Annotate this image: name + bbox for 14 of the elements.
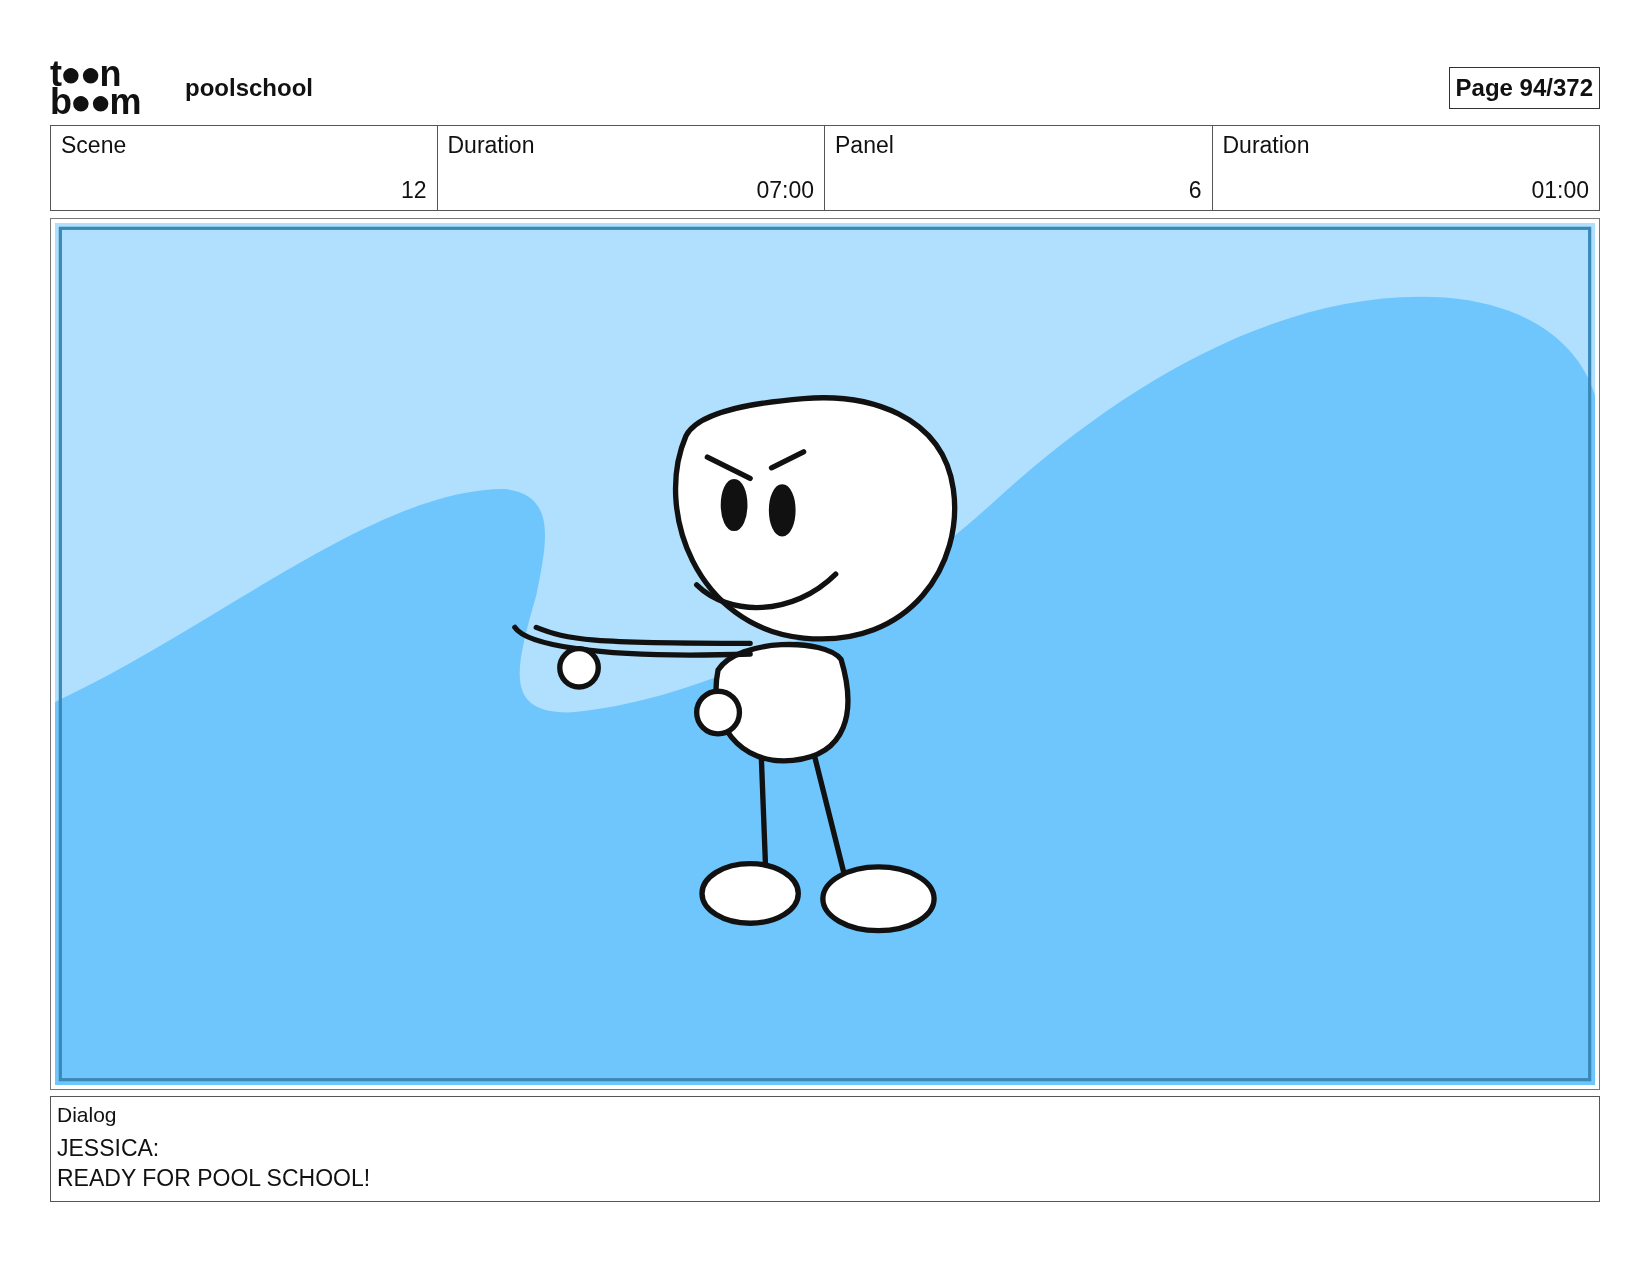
field-label: Duration bbox=[1222, 132, 1311, 159]
logo: t●●n b●●m bbox=[50, 59, 141, 116]
page-number: Page 94/372 bbox=[1448, 66, 1600, 109]
field-value: 6 bbox=[1187, 177, 1202, 204]
field-value: 01:00 bbox=[1530, 177, 1589, 204]
project-title: poolschool bbox=[185, 73, 313, 102]
field-label: Scene bbox=[61, 132, 128, 159]
dialog-text: JESSICA: bbox=[57, 1134, 161, 1163]
field-value: 12 bbox=[399, 177, 427, 204]
field-label: Duration bbox=[447, 132, 536, 159]
field-value: 07:00 bbox=[755, 177, 814, 204]
dialog-label: Dialog bbox=[57, 1103, 118, 1127]
field-label: Panel bbox=[835, 132, 895, 159]
dialog-text: READY FOR POOL SCHOOL! bbox=[57, 1164, 372, 1193]
